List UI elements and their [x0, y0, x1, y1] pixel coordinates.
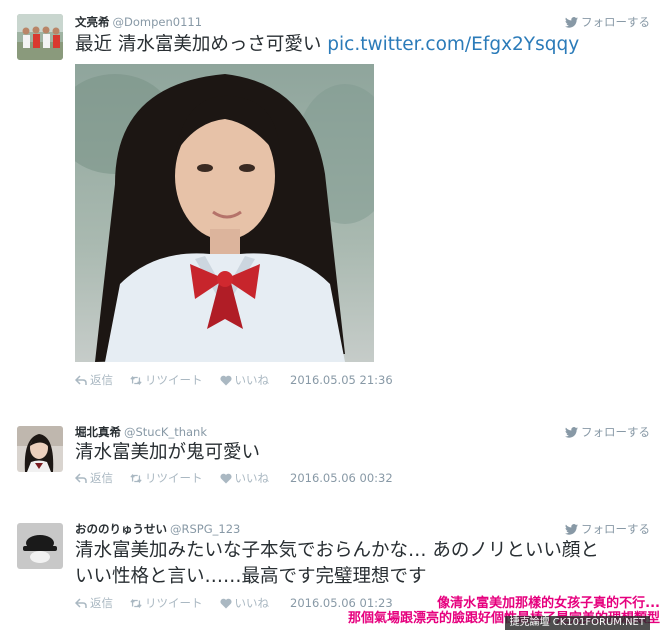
avatar[interactable]	[17, 523, 63, 569]
retweet-button[interactable]: リツイート	[130, 470, 203, 486]
like-button[interactable]: いいね	[219, 470, 269, 486]
tweet-timestamp[interactable]: 2016.05.06 00:32	[290, 470, 393, 486]
follow-button[interactable]: フォローする	[565, 424, 650, 440]
like-button[interactable]: いいね	[219, 595, 269, 611]
retweet-button[interactable]: リツイート	[130, 372, 203, 388]
twitter-bird-icon	[565, 523, 578, 535]
tweet-text: 最近 清水富美加めっさ可愛い pic.twitter.com/Efgx2Ysqq…	[75, 34, 580, 55]
heart-icon	[219, 375, 232, 385]
retweet-icon	[130, 375, 142, 385]
tweet-text: 清水富美加が鬼可愛い	[75, 442, 261, 463]
tweet-photo[interactable]	[75, 64, 374, 362]
tweet-actions: 返信 リツイート いいね 2016.05.05 21:36	[75, 372, 393, 388]
follow-button[interactable]: フォローする	[565, 521, 650, 537]
tweet-text-line-1: 清水富美加みたいな子本気でおらんかな… あのノリといい顔と	[75, 540, 599, 561]
reply-icon	[75, 472, 87, 483]
avatar[interactable]	[17, 426, 63, 472]
twitter-bird-icon	[565, 16, 578, 28]
caption-line-1: 像清水富美加那樣的女孩子真的不行...	[437, 596, 660, 611]
retweet-button[interactable]: リツイート	[130, 595, 203, 611]
media-link[interactable]: pic.twitter.com/Efgx2Ysqqy	[327, 34, 579, 55]
user-handle[interactable]: @Dompen0111	[113, 15, 203, 29]
heart-icon	[219, 598, 232, 608]
reply-icon	[75, 597, 87, 608]
tweet-timestamp[interactable]: 2016.05.05 21:36	[290, 372, 393, 388]
user-handle[interactable]: @RSPG_123	[170, 522, 240, 536]
heart-icon	[219, 473, 232, 483]
follow-button[interactable]: フォローする	[565, 14, 650, 30]
tweet-2: 堀北真希 @StucK_thank フォローする 清水富美加が鬼可愛い 返信 リツ…	[0, 424, 664, 494]
follow-label: フォローする	[581, 15, 650, 29]
user-name[interactable]: 堀北真希	[75, 425, 121, 439]
tweet-header: 堀北真希 @StucK_thank	[75, 424, 207, 440]
user-name[interactable]: 文亮希	[75, 15, 110, 29]
tweet-actions: 返信 リツイート いいね 2016.05.06 00:32	[75, 470, 393, 486]
tweet-actions: 返信 リツイート いいね 2016.05.06 01:23	[75, 595, 393, 611]
like-button[interactable]: いいね	[219, 372, 269, 388]
reply-button[interactable]: 返信	[75, 470, 113, 486]
follow-label: フォローする	[581, 522, 650, 536]
tweet-header: おののりゅうせい @RSPG_123	[75, 521, 240, 537]
reply-icon	[75, 374, 87, 385]
reply-button[interactable]: 返信	[75, 372, 113, 388]
tweet-1: 文亮希 @Dompen0111 フォローする 最近 清水富美加めっさ可愛い pic…	[0, 14, 664, 394]
tweet-timestamp[interactable]: 2016.05.06 01:23	[290, 595, 393, 611]
site-watermark: 捷克論壇 CK101FORUM.NET	[504, 616, 650, 630]
twitter-bird-icon	[565, 426, 578, 438]
avatar[interactable]	[17, 14, 63, 60]
reply-button[interactable]: 返信	[75, 595, 113, 611]
user-handle[interactable]: @StucK_thank	[124, 425, 207, 439]
user-name[interactable]: おののりゅうせい	[75, 522, 167, 536]
tweet-header: 文亮希 @Dompen0111	[75, 14, 202, 30]
tweet-text-line-2: いい性格と言い……最高です完璧理想です	[75, 566, 427, 587]
retweet-icon	[130, 473, 142, 483]
retweet-icon	[130, 598, 142, 608]
follow-label: フォローする	[581, 425, 650, 439]
